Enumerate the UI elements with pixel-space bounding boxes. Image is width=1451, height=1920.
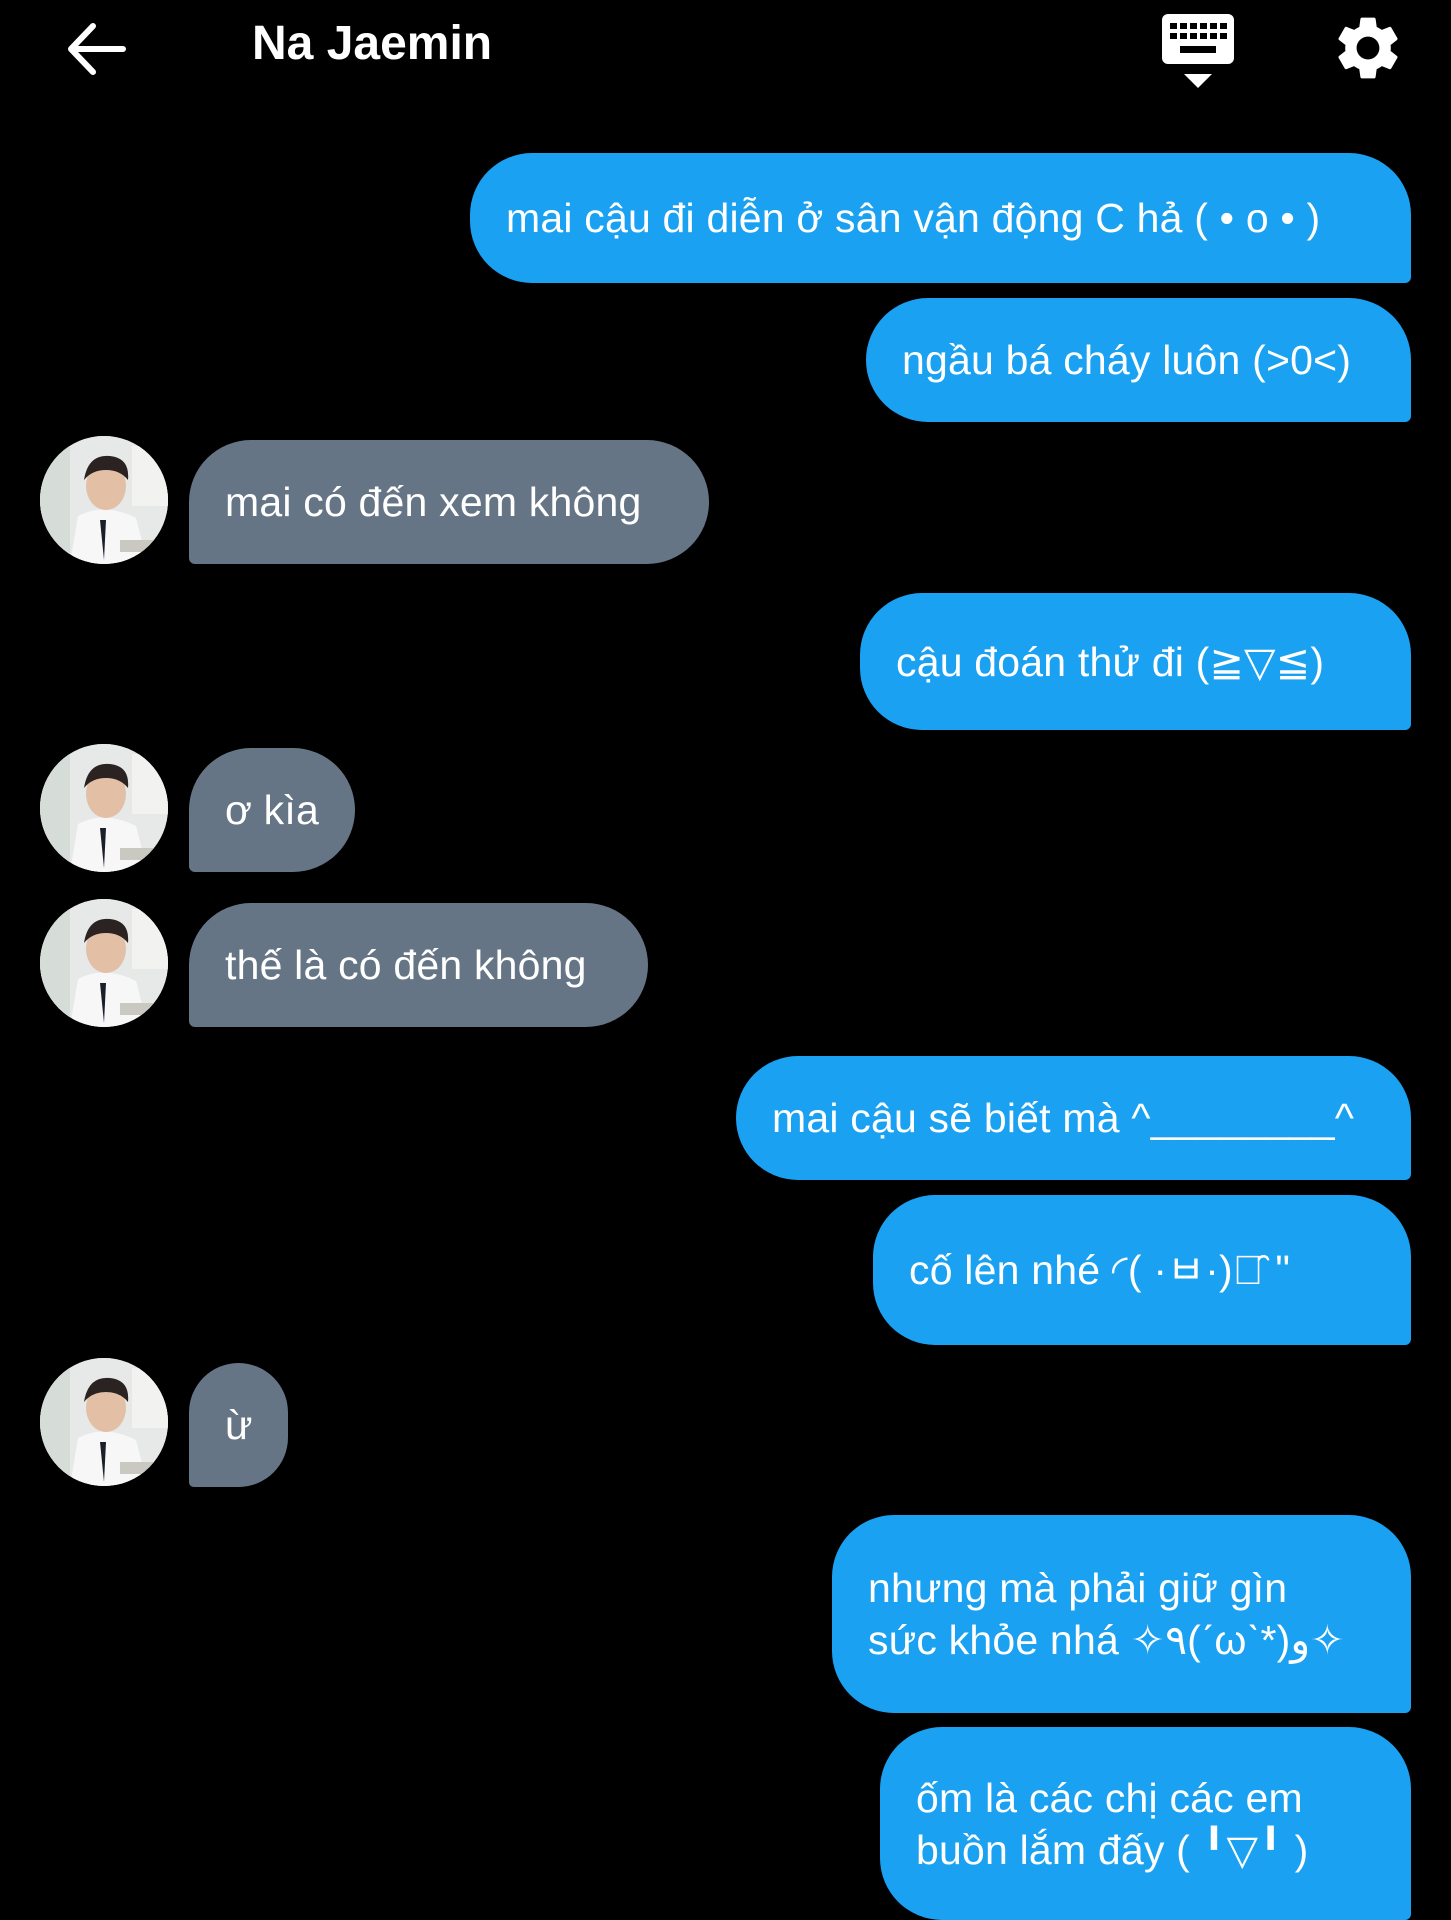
message-bubble-sent[interactable]: ngầu bá cháy luôn (>0<) [866, 298, 1411, 422]
message-text: mai có đến xem không [225, 479, 642, 525]
message-bubble-sent[interactable]: nhưng mà phải giữ gìn sức khỏe nhá ✧٩(ˊω… [832, 1515, 1411, 1713]
message-text: ừ [225, 1402, 253, 1448]
message-bubble-sent[interactable]: mai cậu sẽ biết mà ^________^ [736, 1056, 1411, 1180]
message-text: nhưng mà phải giữ gìn sức khỏe nhá ✧٩(ˊω… [868, 1562, 1344, 1666]
message-line: nhưng mà phải giữ gìn [868, 1565, 1288, 1611]
message-bubble-sent[interactable]: cố lên nhé ◜( ·ㅂ·)ง̑̑ " [873, 1195, 1411, 1345]
message-bubble-received[interactable]: thế là có đến không [189, 903, 648, 1027]
message-line: sức khỏe nhá ✧٩(ˊωˋ*)و✧ [868, 1617, 1345, 1663]
message-text: ốm là các chị các em buồn lắm đấy ( ╹▽╹ … [916, 1772, 1309, 1876]
keyboard-hide-icon [1162, 14, 1234, 88]
conversation-title: Na Jaemin [252, 17, 493, 70]
message-text: mai cậu đi diễn ở sân vận động C hả ( • … [506, 195, 1321, 241]
keyboard-toggle-button[interactable] [1158, 10, 1238, 90]
avatar[interactable] [40, 436, 168, 564]
gear-icon [1338, 17, 1398, 79]
avatar[interactable] [40, 1358, 168, 1486]
back-button[interactable] [60, 14, 130, 84]
avatar[interactable] [40, 744, 168, 872]
message-line: ốm là các chị các em [916, 1774, 1303, 1821]
message-bubble-received[interactable]: ừ [189, 1363, 288, 1487]
message-text: thế là có đến không [225, 942, 587, 988]
arrow-left-icon [68, 23, 126, 75]
message-text: mai cậu sẽ biết mà ^________^ [772, 1095, 1355, 1141]
avatar-photo-icon [40, 744, 168, 872]
message-bubble-sent[interactable]: ốm là các chị các em buồn lắm đấy ( ╹▽╹ … [880, 1727, 1411, 1920]
message-bubble-received[interactable]: ơ kìa [189, 748, 355, 872]
message-bubble-sent[interactable]: mai cậu đi diễn ở sân vận động C hả ( • … [470, 153, 1411, 283]
avatar[interactable] [40, 899, 168, 1027]
message-line: buồn lắm đấy ( ╹▽╹ ) [916, 1826, 1309, 1873]
message-text: ơ kìa [225, 787, 319, 833]
message-text: cậu đoán thử đi (≧▽≦) [896, 638, 1325, 685]
message-bubble-sent[interactable]: cậu đoán thử đi (≧▽≦) [860, 593, 1411, 730]
avatar-photo-icon [40, 436, 168, 564]
message-text: cố lên nhé ◜( ·ㅂ·)ง̑̑ " [909, 1247, 1291, 1293]
settings-button[interactable] [1330, 10, 1406, 86]
avatar-photo-icon [40, 899, 168, 1027]
message-bubble-received[interactable]: mai có đến xem không [189, 440, 709, 564]
avatar-photo-icon [40, 1358, 168, 1486]
top-bar: Na Jaemin [0, 0, 1451, 100]
message-text: ngầu bá cháy luôn (>0<) [902, 337, 1352, 383]
